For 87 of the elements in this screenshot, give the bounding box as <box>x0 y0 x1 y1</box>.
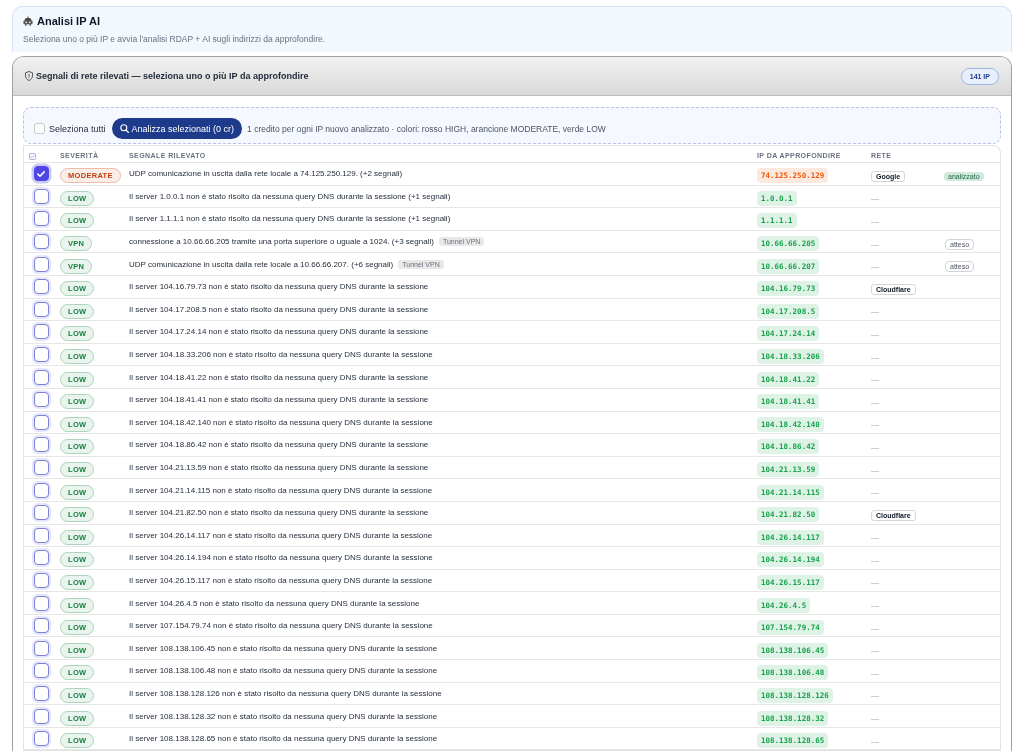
empty-value: — <box>871 668 879 678</box>
signal-text: Il server 104.18.41.41 non è stato risolto da nessuna query DNS durante la sessione <box>129 395 429 405</box>
signal-text: Il server 107.154.79.74 non è stato risolto da nessuna query DNS durante la sessione <box>129 621 433 631</box>
checkbox[interactable] <box>33 618 49 634</box>
signal-text: Il server 104.21.14.115 non è stato risolto da nessuna query DNS durante la sessione <box>129 485 433 495</box>
checkbox[interactable] <box>33 550 49 566</box>
checkbox[interactable] <box>33 482 49 498</box>
signal-text: UDP comunicazione in uscita dalla rete locale a 10.66.66.207. (+6 segnali) <box>129 259 394 269</box>
empty-value: — <box>871 578 879 588</box>
check-icon <box>37 170 45 177</box>
signal-text: Il server 1.1.1.1 non è stato risolto da nessuna query DNS durante la sessione (+1 segnali) <box>129 214 451 224</box>
signal-text: Il server 104.18.41.22 non è stato risolto da nessuna query DNS durante la sessione <box>129 372 429 382</box>
checkbox[interactable] <box>33 708 49 724</box>
empty-value: — <box>871 623 879 633</box>
empty-value: — <box>871 465 879 475</box>
signal-text: Il server 104.17.24.14 non è stato risolto da nessuna query DNS durante la sessione <box>129 327 429 337</box>
signal-text: connessione a 10.66.66.205 tramite una porta superiore o uguale a 1024. (+3 segnali) <box>129 237 434 247</box>
checkbox[interactable] <box>33 595 49 611</box>
signal-text: Il server 108.138.128.65 non è stato risolto da nessuna query DNS durante la sessione <box>129 734 438 744</box>
signal-text: Il server 104.17.208.5 non è stato risolto da nessuna query DNS durante la sessione <box>129 304 429 314</box>
checkbox[interactable] <box>33 505 49 521</box>
signal-text: Il server 104.18.42.140 non è stato risolto da nessuna query DNS durante la sessione <box>129 417 433 427</box>
signal-text: Il server 104.26.14.194 non è stato risolto da nessuna query DNS durante la sessione <box>129 553 433 563</box>
checkbox[interactable] <box>33 211 49 227</box>
signal-text: Il server 1.0.0.1 non è stato risolto da nessuna query DNS durante la sessione (+1 segnali) <box>129 191 451 201</box>
hint-text: 1 credito per ogni IP nuovo analizzato · colori: rosso HIGH, arancione MODERATE, verde LOW <box>247 123 606 134</box>
select-all-label[interactable]: Seleziona tutti <box>49 123 106 134</box>
empty-value: — <box>871 488 879 498</box>
signal-text: UDP comunicazione in uscita dalla rete locale a 74.125.250.129. (+2 segnali) <box>129 169 403 179</box>
empty-value: — <box>871 736 879 746</box>
shield-icon <box>25 71 33 81</box>
signal-text: Il server 104.16.79.73 non è stato risolto da nessuna query DNS durante la sessione <box>129 282 429 292</box>
page-subtitle: Seleziona uno o più IP e avvia l'analisi RDAP + AI sugli indirizzi da approfondire. <box>23 34 327 44</box>
checkbox[interactable] <box>33 301 49 317</box>
signal-text: Il server 104.18.86.42 non è stato risolto da nessuna query DNS durante la sessione <box>129 440 429 450</box>
checkbox[interactable] <box>33 188 49 204</box>
empty-value: — <box>871 217 879 226</box>
checkbox[interactable] <box>33 369 49 385</box>
panel-title: Segnali di rete rilevati — seleziona uno o più IP da approfondire <box>36 71 309 81</box>
empty-value: — <box>871 533 879 543</box>
checkbox[interactable] <box>33 527 49 543</box>
checkbox[interactable] <box>33 324 49 340</box>
checkbox[interactable] <box>33 234 49 250</box>
page-title: Analisi IP AI <box>37 15 100 27</box>
checkbox-icon <box>29 153 36 160</box>
signal-text: Il server 104.26.4.5 non è stato risolto da nessuna query DNS durante la sessione <box>129 598 420 608</box>
checkbox[interactable] <box>33 347 49 363</box>
signal-text: Il server 108.138.106.45 non è stato risolto da nessuna query DNS durante la sessione <box>129 643 438 653</box>
empty-value: — <box>871 329 879 339</box>
checkbox[interactable] <box>33 731 49 747</box>
empty-value: — <box>871 194 879 204</box>
checkbox[interactable] <box>33 640 49 656</box>
analyze-button[interactable]: Analizza selezionati (0 cr) <box>111 118 243 139</box>
empty-value: — <box>871 239 879 249</box>
empty-value: — <box>871 420 879 430</box>
empty-value: — <box>871 442 879 452</box>
empty-value: — <box>871 397 879 407</box>
checkbox[interactable] <box>33 256 49 272</box>
empty-value: — <box>871 307 879 317</box>
checkbox[interactable] <box>33 279 49 295</box>
empty-value: — <box>871 555 879 565</box>
checkbox[interactable] <box>33 460 49 475</box>
empty-value: — <box>871 646 879 656</box>
empty-value: — <box>871 601 879 611</box>
empty-value: — <box>871 691 879 701</box>
checkbox[interactable] <box>33 573 49 588</box>
signal-text: Il server 104.21.82.50 non è stato risolto da nessuna query DNS durante la sessione <box>129 508 429 518</box>
signal-text: Il server 108.138.128.126 non è stato risolto da nessuna query DNS durante la sessione <box>129 688 442 698</box>
signal-text: Il server 108.138.128.32 non è stato risolto da nessuna query DNS durante la sessione <box>129 711 438 721</box>
checkbox[interactable] <box>33 663 49 679</box>
signal-text: Il server 108.138.106.48 non è stato risolto da nessuna query DNS durante la sessione <box>129 666 438 676</box>
empty-value: — <box>871 262 879 272</box>
checkbox[interactable] <box>33 392 49 408</box>
empty-value: — <box>871 714 879 724</box>
robot-icon <box>23 16 33 26</box>
checkbox[interactable] <box>33 685 49 701</box>
signal-text: Il server 104.26.15.117 non è stato risolto da nessuna query DNS durante la sessione <box>129 576 433 585</box>
checkbox[interactable] <box>33 166 49 182</box>
search-icon <box>119 124 129 133</box>
signal-text: Il server 104.21.13.59 non è stato risolto da nessuna query DNS durante la sessione <box>129 463 429 472</box>
select-all-checkbox[interactable] <box>34 123 45 134</box>
checkbox[interactable] <box>33 437 49 453</box>
signal-text: Il server 104.26.14.117 non è stato risolto da nessuna query DNS durante la sessione <box>129 530 433 540</box>
empty-value: — <box>871 352 879 362</box>
checkbox[interactable] <box>33 414 49 430</box>
empty-value: — <box>871 375 879 385</box>
signal-text: Il server 104.18.33.206 non è stato risolto da nessuna query DNS durante la sessione <box>129 350 433 360</box>
